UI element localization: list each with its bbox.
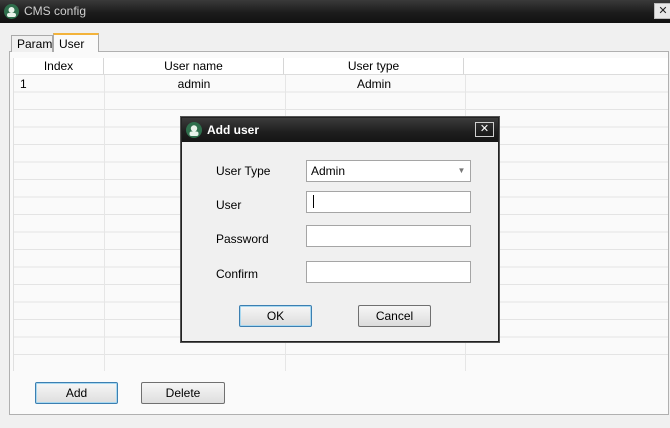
column-divider [104, 75, 105, 371]
column-header-user-type[interactable]: User type [284, 58, 464, 74]
password-input[interactable] [306, 225, 471, 247]
dialog-title: Add user [207, 123, 260, 137]
user-type-label: User Type [216, 164, 271, 178]
dropdown-arrow-icon[interactable]: ▼ [453, 161, 470, 181]
text-caret [313, 195, 314, 208]
user-label: User [216, 198, 242, 212]
cancel-button[interactable]: Cancel [358, 305, 431, 327]
close-icon[interactable]: ✕ [475, 122, 494, 137]
user-type-value: Admin [311, 164, 346, 178]
ok-button[interactable]: OK [239, 305, 312, 327]
app-icon [186, 122, 202, 138]
add-button[interactable]: Add [35, 382, 118, 404]
column-header-index[interactable]: Index [14, 58, 104, 74]
confirm-label: Confirm [216, 267, 259, 281]
cell-index: 1 [20, 77, 27, 91]
cell-user-type: Admin [356, 77, 391, 91]
window-title: CMS config [24, 4, 87, 18]
confirm-input[interactable] [306, 261, 471, 283]
close-icon[interactable]: ✕ [654, 3, 670, 19]
table-header: Index User name User type [14, 58, 668, 75]
column-header-user-name[interactable]: User name [104, 58, 284, 74]
tab-user[interactable]: User [53, 33, 99, 52]
user-input[interactable] [306, 191, 471, 213]
title-bar: CMS config ✕ [0, 0, 670, 23]
app-icon [4, 4, 19, 19]
cell-user-name: admin [177, 77, 211, 91]
add-user-dialog: Add user ✕ User Type Admin ▼ User Passwo… [181, 117, 499, 342]
dialog-title-bar: Add user ✕ [182, 118, 498, 142]
user-type-select[interactable]: Admin ▼ [306, 160, 471, 182]
password-label: Password [216, 232, 269, 246]
tab-param[interactable]: Param [11, 35, 53, 52]
delete-button[interactable]: Delete [141, 382, 225, 404]
